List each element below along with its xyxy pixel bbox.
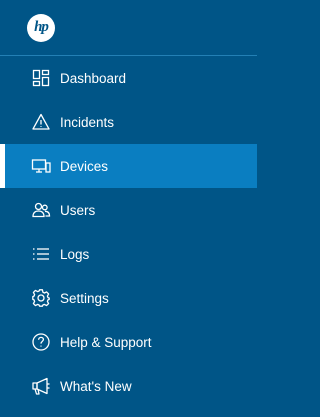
- users-icon: [31, 200, 51, 220]
- devices-icon: [31, 156, 51, 176]
- sidebar-item-label: Settings: [60, 290, 109, 306]
- sidebar-item-label: Dashboard: [60, 70, 127, 86]
- logo-area: hp: [0, 0, 257, 56]
- sidebar: hp Dashboard Incidents Devices Users Log…: [0, 0, 257, 417]
- dashboard-icon: [31, 68, 51, 88]
- sidebar-item-label: What's New: [60, 378, 132, 394]
- sidebar-item-label: Logs: [60, 246, 90, 262]
- sidebar-item-settings[interactable]: Settings: [0, 276, 257, 320]
- sidebar-item-whats-new[interactable]: What's New: [0, 364, 257, 408]
- gear-icon: [31, 288, 51, 308]
- sidebar-nav: Dashboard Incidents Devices Users Logs S…: [0, 56, 257, 408]
- sidebar-item-label: Devices: [60, 158, 109, 174]
- sidebar-item-incidents[interactable]: Incidents: [0, 100, 257, 144]
- sidebar-item-label: Users: [60, 202, 96, 218]
- sidebar-item-devices[interactable]: Devices: [0, 144, 257, 188]
- sidebar-item-users[interactable]: Users: [0, 188, 257, 232]
- sidebar-item-label: Help & Support: [60, 334, 152, 350]
- sidebar-item-logs[interactable]: Logs: [0, 232, 257, 276]
- sidebar-item-help-support[interactable]: Help & Support: [0, 320, 257, 364]
- help-icon: [31, 332, 51, 352]
- list-icon: [31, 244, 51, 264]
- megaphone-icon: [31, 376, 51, 396]
- warning-icon: [31, 112, 51, 132]
- hp-logo[interactable]: hp: [27, 13, 55, 42]
- logo-text: hp: [34, 19, 49, 35]
- sidebar-item-label: Incidents: [60, 114, 115, 130]
- sidebar-item-dashboard[interactable]: Dashboard: [0, 56, 257, 100]
